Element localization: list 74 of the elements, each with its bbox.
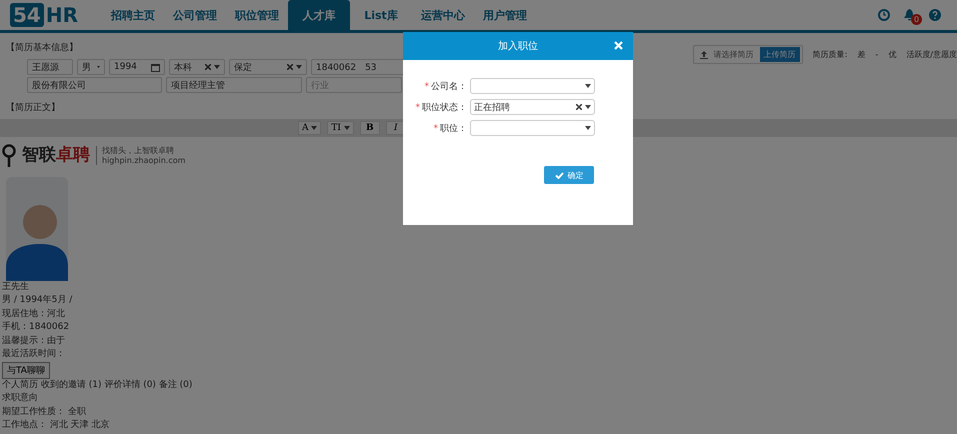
field-label: 职位状态：: [422, 102, 467, 112]
profile-tabs[interactable]: 个人简历 收到的邀请 (1) 评价详情 (0) 备注 (0): [2, 378, 957, 392]
input-field[interactable]: 王愿源: [27, 59, 73, 75]
profile-line: 现居住地：河北: [2, 308, 66, 320]
caret-icon: [585, 84, 591, 88]
toolbar-dropdown[interactable]: TI: [327, 121, 354, 135]
required-mark: *: [424, 82, 429, 92]
upload-icon: [700, 50, 708, 58]
dialog-title: 加入职位: [498, 40, 538, 53]
confirm-button[interactable]: 确定: [544, 166, 594, 184]
profile-line: 男 / 1994年5月 /: [2, 294, 74, 307]
bold-button[interactable]: B: [360, 121, 380, 135]
field-label: 职位：: [440, 124, 467, 134]
quality-high: 优: [888, 49, 896, 60]
close-icon[interactable]: [614, 41, 623, 50]
profile-line: 温馨提示：由于: [2, 334, 66, 348]
bell-icon[interactable]: [904, 9, 915, 21]
select-field[interactable]: [470, 120, 595, 136]
brand-url: highpin.zhaopin.com: [102, 156, 186, 166]
work-location: 工作地点： 河北 天津 北京: [2, 419, 111, 432]
clock-icon[interactable]: [878, 9, 890, 21]
nav-tab[interactable]: 职位管理: [226, 0, 288, 30]
quality-dash: -: [875, 50, 878, 59]
nav-tab[interactable]: 运营中心: [412, 0, 474, 30]
select-field[interactable]: [470, 78, 595, 94]
check-icon: [554, 172, 564, 178]
year-field[interactable]: 1994: [109, 59, 165, 75]
chat-button[interactable]: 与TA聊聊: [2, 362, 50, 378]
magnifier-icon: [2, 144, 16, 168]
brand-name: 智联卓聘: [22, 144, 90, 167]
section-title: 【简历基本信息】: [6, 42, 79, 54]
input-field[interactable]: 项目经理主管: [166, 77, 302, 93]
caret-icon: [311, 126, 318, 130]
upload-placeholder: 请选择简历: [714, 49, 754, 60]
candidate-name: 王先生: [2, 280, 30, 294]
quality-low: 差: [857, 49, 866, 60]
caret-icon: [585, 126, 591, 130]
file-upload-field[interactable]: 请选择简历 上传简历: [692, 45, 803, 64]
nav-tab[interactable]: 招聘主页: [102, 0, 164, 30]
calendar-icon[interactable]: [151, 62, 160, 72]
select-field[interactable]: 正在招聘: [470, 99, 595, 115]
input-field[interactable]: 股份有限公司: [27, 77, 162, 93]
required-mark: *: [416, 102, 420, 112]
nav-tab[interactable]: 人才库: [288, 0, 350, 30]
clear-icon[interactable]: [205, 64, 211, 70]
nav-tab[interactable]: 用户管理: [474, 0, 536, 30]
italic-button[interactable]: I: [386, 121, 406, 135]
gender-select[interactable]: 男: [77, 59, 105, 75]
logo[interactable]: 54 HR: [10, 0, 78, 30]
select-field[interactable]: 本科: [169, 59, 225, 75]
brand-slogan: 找猎头，上智联卓聘: [102, 146, 175, 156]
caret-icon: [344, 126, 350, 130]
caret-icon: [214, 65, 220, 69]
activity-label: 活跃度/意愿度: [906, 49, 957, 60]
section-heading: 求职意向: [2, 392, 39, 405]
clear-icon[interactable]: [287, 64, 293, 70]
toolbar-dropdown[interactable]: A: [298, 121, 322, 135]
section-title: 【简历正文】: [6, 102, 60, 114]
nav-tab[interactable]: 公司管理: [164, 0, 226, 30]
field-label: 公司名：: [431, 82, 467, 92]
select-field[interactable]: 保定: [229, 59, 307, 75]
nav-tab[interactable]: List库: [350, 0, 412, 30]
clear-icon[interactable]: [576, 104, 582, 110]
caret-icon: [585, 105, 591, 109]
notification-badge: 0: [911, 14, 922, 25]
upload-button[interactable]: 上传简历: [760, 47, 800, 62]
help-icon[interactable]: [929, 9, 941, 21]
caret-icon: [296, 65, 302, 69]
quality-label: 简历质量:: [812, 49, 848, 60]
caret-icon: [97, 65, 100, 69]
profile-line: 最近活跃时间：: [2, 348, 66, 361]
profile-line: 手机：1840062: [2, 321, 70, 334]
job-type: 期望工作性质： 全职: [2, 406, 87, 418]
required-mark: *: [434, 124, 438, 134]
